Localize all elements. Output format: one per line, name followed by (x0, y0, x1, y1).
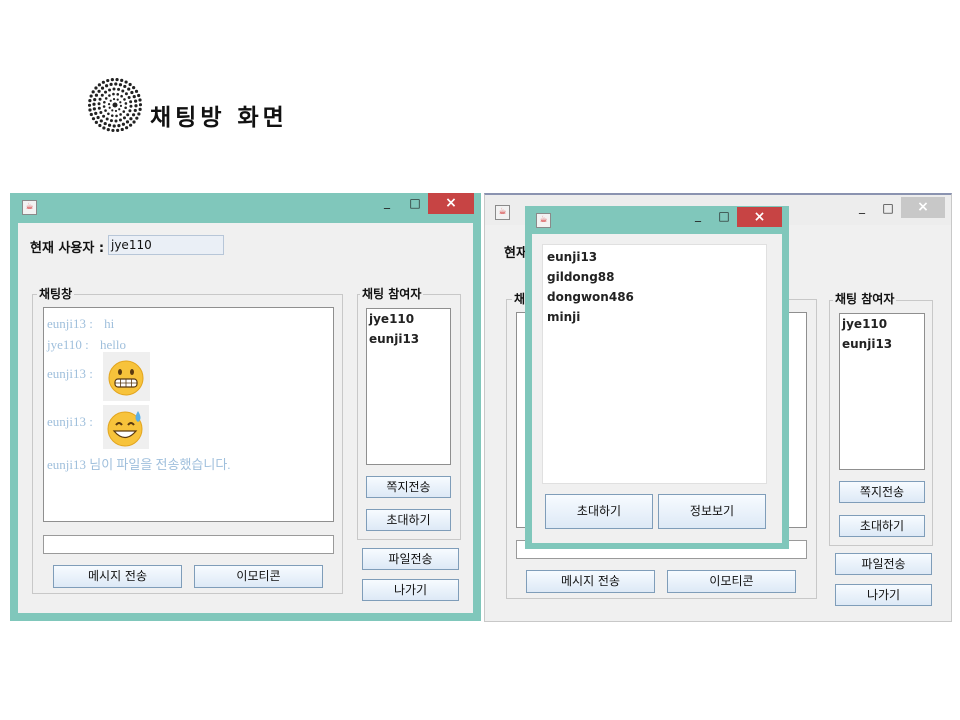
message-sender: eunji13 : (47, 414, 93, 429)
starburst-logo-icon (88, 78, 142, 132)
view-info-button[interactable]: 정보보기 (658, 494, 766, 529)
exit-button[interactable]: 나가기 (835, 584, 932, 606)
participants-list[interactable]: jye110 eunji13 (366, 308, 451, 465)
list-item[interactable]: minji (547, 310, 580, 324)
list-item[interactable]: eunji13 (369, 332, 419, 346)
message-input[interactable] (43, 535, 334, 554)
file-send-button[interactable]: 파일전송 (835, 553, 932, 575)
send-note-button[interactable]: 쪽지전송 (839, 481, 925, 503)
send-message-button[interactable]: 메시지 전송 (526, 570, 655, 593)
minimize-button[interactable]: _ (380, 195, 394, 209)
chat-message: eunji13 님이 파일을 전송했습니다. (47, 457, 231, 472)
send-note-button[interactable]: 쪽지전송 (366, 476, 451, 498)
exit-button[interactable]: 나가기 (362, 579, 459, 601)
java-icon: ☕ (495, 205, 510, 220)
title-bar[interactable]: ☕ _ □ × (525, 206, 789, 236)
emoticon-button[interactable]: 이모티콘 (194, 565, 323, 588)
list-item[interactable]: jye110 (842, 317, 887, 331)
chat-legend: 채팅창 (37, 287, 75, 301)
grimacing-emoji-icon (103, 352, 150, 401)
list-item[interactable]: eunji13 (842, 337, 892, 351)
chat-log[interactable]: eunji13 : hi jye110 : hello eunji13 : eu… (43, 307, 334, 522)
invite-dialog: ☕ _ □ × eunji13 gildong88 dongwon486 min… (525, 206, 789, 549)
chat-window-main: ☕ _ □ × 현재 사용자 : jye110 채팅창 eunji13 : hi… (10, 193, 481, 621)
invite-button[interactable]: 초대하기 (366, 509, 451, 531)
message-sender: jye110 : (47, 337, 89, 352)
file-send-button[interactable]: 파일전송 (362, 548, 459, 570)
close-button[interactable]: × (901, 197, 945, 218)
minimize-button[interactable]: _ (691, 208, 705, 222)
list-item[interactable]: jye110 (369, 312, 414, 326)
maximize-button[interactable]: □ (881, 201, 895, 215)
page-title: 채팅방 화면 (150, 105, 288, 131)
close-button[interactable]: × (737, 207, 782, 227)
invite-button[interactable]: 초대하기 (839, 515, 925, 537)
sweat-smile-emoji-icon (103, 405, 149, 449)
window-content: 현재 사용자 : jye110 채팅창 eunji13 : hi jye110 … (18, 223, 473, 613)
emoticon-button[interactable]: 이모티콘 (667, 570, 796, 593)
current-user-label: 현재 사용자 : (30, 241, 105, 256)
invite-button[interactable]: 초대하기 (545, 494, 653, 529)
participants-list[interactable]: jye110 eunji13 (839, 313, 925, 470)
chat-message: eunji13 : hi (47, 316, 114, 332)
chat-message: jye110 : hello (47, 337, 126, 353)
message-sender: eunji13 : (47, 366, 93, 381)
close-button[interactable]: × (428, 193, 474, 214)
list-item[interactable]: dongwon486 (547, 290, 634, 304)
current-user-field[interactable]: jye110 (108, 235, 224, 255)
maximize-button[interactable]: □ (717, 209, 731, 223)
send-message-button[interactable]: 메시지 전송 (53, 565, 182, 588)
message-text: hello (100, 337, 127, 352)
user-list[interactable]: eunji13 gildong88 dongwon486 minji (542, 244, 767, 484)
list-item[interactable]: eunji13 (547, 250, 597, 264)
participants-legend: 채팅 참여자 (833, 292, 897, 306)
java-icon: ☕ (22, 200, 37, 215)
java-icon: ☕ (536, 213, 551, 228)
dialog-content: eunji13 gildong88 dongwon486 minji 초대하기 … (532, 234, 782, 543)
message-sender: eunji13 : (47, 316, 93, 331)
message-text: hi (104, 316, 115, 331)
maximize-button[interactable]: □ (408, 196, 422, 210)
participants-legend: 채팅 참여자 (360, 287, 424, 301)
title-bar[interactable]: ☕ _ □ × (10, 193, 481, 223)
minimize-button[interactable]: _ (855, 200, 869, 214)
list-item[interactable]: gildong88 (547, 270, 614, 284)
